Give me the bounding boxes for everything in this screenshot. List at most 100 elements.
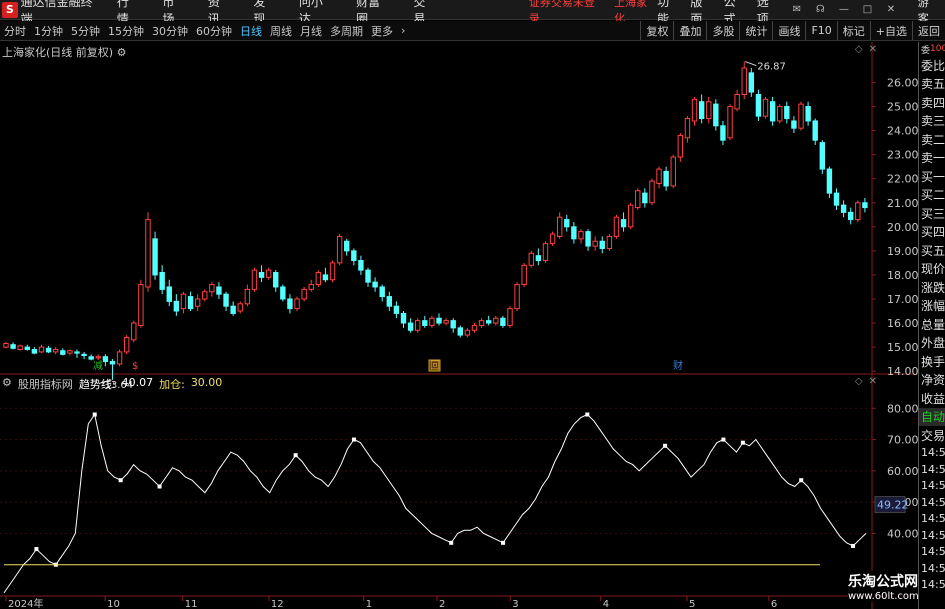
candle-body bbox=[379, 286, 385, 298]
side-label-item[interactable]: 换手 bbox=[919, 352, 945, 371]
candle-body bbox=[67, 350, 73, 354]
candle-body bbox=[727, 106, 733, 139]
candle-body bbox=[784, 106, 790, 120]
candle-body bbox=[542, 243, 549, 261]
close-icon[interactable]: ✕ bbox=[869, 44, 877, 55]
auto-button[interactable]: 自动 bbox=[919, 407, 945, 426]
candle-body bbox=[400, 312, 407, 324]
price-tick-label: 17.00 bbox=[887, 293, 918, 306]
candle-body bbox=[166, 286, 172, 302]
candle-body bbox=[60, 350, 66, 355]
candle-body bbox=[769, 101, 776, 122]
candle-body bbox=[592, 240, 598, 247]
trend-line bbox=[3, 413, 867, 594]
candle-body bbox=[478, 320, 485, 326]
candle-body bbox=[762, 98, 769, 117]
date-tick-label: 11 bbox=[185, 599, 198, 609]
candle-body bbox=[848, 211, 854, 221]
candle-body bbox=[237, 303, 243, 312]
chart-grid bbox=[0, 42, 918, 609]
candle-body bbox=[777, 106, 783, 122]
trend-marker bbox=[34, 547, 39, 552]
date-tick-label: 10 bbox=[107, 599, 120, 609]
candle-body bbox=[315, 272, 322, 286]
candle-body bbox=[599, 240, 605, 249]
candle-body bbox=[131, 322, 137, 341]
indicator-toggle-icon[interactable]: ⚙ bbox=[2, 376, 12, 392]
candle-body bbox=[627, 204, 634, 228]
side-label-item[interactable]: 涨跌 bbox=[919, 278, 945, 297]
diamond-icon[interactable]: ◇ bbox=[855, 376, 863, 387]
event-marker: $ bbox=[132, 361, 138, 372]
trend-marker bbox=[118, 478, 123, 483]
price-tick-label: 19.00 bbox=[887, 245, 918, 258]
date-tick-label: 2 bbox=[439, 599, 445, 609]
candle-body bbox=[734, 93, 740, 110]
date-tick-label: 4 bbox=[603, 599, 609, 609]
candle-body bbox=[713, 103, 719, 127]
candle-body bbox=[819, 142, 826, 170]
candle-body bbox=[102, 356, 109, 363]
date-tick-label: 2024年 bbox=[8, 597, 43, 609]
trade-button[interactable]: 交易 bbox=[919, 426, 945, 445]
trend-label: 趋势线: bbox=[78, 378, 116, 391]
candle-body bbox=[429, 317, 435, 326]
price-tick-label: 22.00 bbox=[887, 173, 918, 186]
candle-body bbox=[549, 233, 556, 245]
candle-body bbox=[493, 317, 499, 324]
candle-body bbox=[812, 120, 818, 141]
candle-body bbox=[663, 170, 669, 187]
event-marker: 减 bbox=[93, 360, 103, 372]
candle-body bbox=[457, 327, 463, 336]
side-label-item[interactable]: 买二 bbox=[919, 186, 945, 205]
candle-body bbox=[17, 345, 23, 351]
candle-body bbox=[393, 305, 400, 314]
candle-body bbox=[855, 202, 861, 221]
indicator-name[interactable]: 股朋指标网 bbox=[18, 376, 73, 392]
candle-body bbox=[620, 219, 627, 228]
side-label-item[interactable]: 买三 bbox=[919, 204, 945, 223]
side-label-item[interactable]: 买四 bbox=[919, 223, 945, 242]
main-chart-title: 上海家化(日线 前复权) ⚙ bbox=[2, 44, 126, 60]
price-tick-label: 23.00 bbox=[887, 149, 918, 162]
chart-area[interactable]: 26.00 25.00 24.00 23.00 22.00 21.00 20.00 19.00… bbox=[0, 0, 918, 609]
diamond-icon[interactable]: ◇ bbox=[855, 44, 863, 55]
side-label-item[interactable]: 现价 bbox=[919, 260, 945, 279]
candle-body bbox=[24, 346, 30, 351]
side-label-item[interactable]: 买一 bbox=[919, 167, 945, 186]
side-label-item[interactable]: 收益 bbox=[919, 389, 945, 408]
chart-title-text: 上海家化(日线 前复权) bbox=[2, 46, 114, 59]
candle-body bbox=[635, 190, 641, 209]
candle-body bbox=[606, 235, 613, 249]
side-time-item: 14:56 bbox=[921, 578, 945, 592]
side-label-item[interactable]: 净资 bbox=[919, 371, 945, 390]
candle-body bbox=[805, 106, 811, 122]
side-time-item: 14:56 bbox=[921, 446, 945, 460]
candle-body bbox=[74, 351, 80, 354]
date-tick-label: 12 bbox=[271, 599, 284, 609]
candle-body bbox=[720, 125, 726, 141]
side-label-item[interactable]: 卖四 bbox=[919, 93, 945, 112]
trend-marker bbox=[157, 484, 162, 489]
side-time-item: 14:56 bbox=[921, 462, 945, 476]
close-icon[interactable]: ✕ bbox=[869, 376, 877, 387]
settings-icon[interactable]: ⚙ bbox=[117, 46, 127, 59]
candle-body bbox=[180, 293, 187, 310]
side-label-item[interactable]: 委比 bbox=[919, 56, 945, 75]
side-label-item[interactable]: 卖一 bbox=[919, 149, 945, 168]
candle-body bbox=[862, 202, 868, 209]
side-label-item[interactable]: 卖三 bbox=[919, 112, 945, 131]
candle-body bbox=[173, 300, 180, 312]
side-label-item[interactable]: 总量 bbox=[919, 315, 945, 334]
side-label-item[interactable]: 外盘 bbox=[919, 334, 945, 353]
cursor-value: 49.22 bbox=[877, 499, 909, 512]
add-label: 加仓: bbox=[159, 378, 185, 391]
price-tick-label: 16.00 bbox=[887, 317, 918, 330]
side-label-item[interactable]: 卖二 bbox=[919, 130, 945, 149]
trend-marker bbox=[740, 440, 745, 445]
candle-body bbox=[109, 361, 116, 365]
candle-body bbox=[344, 240, 350, 252]
side-label-item[interactable]: 卖五 bbox=[919, 75, 945, 94]
side-label-item[interactable]: 买五 bbox=[919, 241, 945, 260]
side-label-item[interactable]: 涨幅 bbox=[919, 297, 945, 316]
